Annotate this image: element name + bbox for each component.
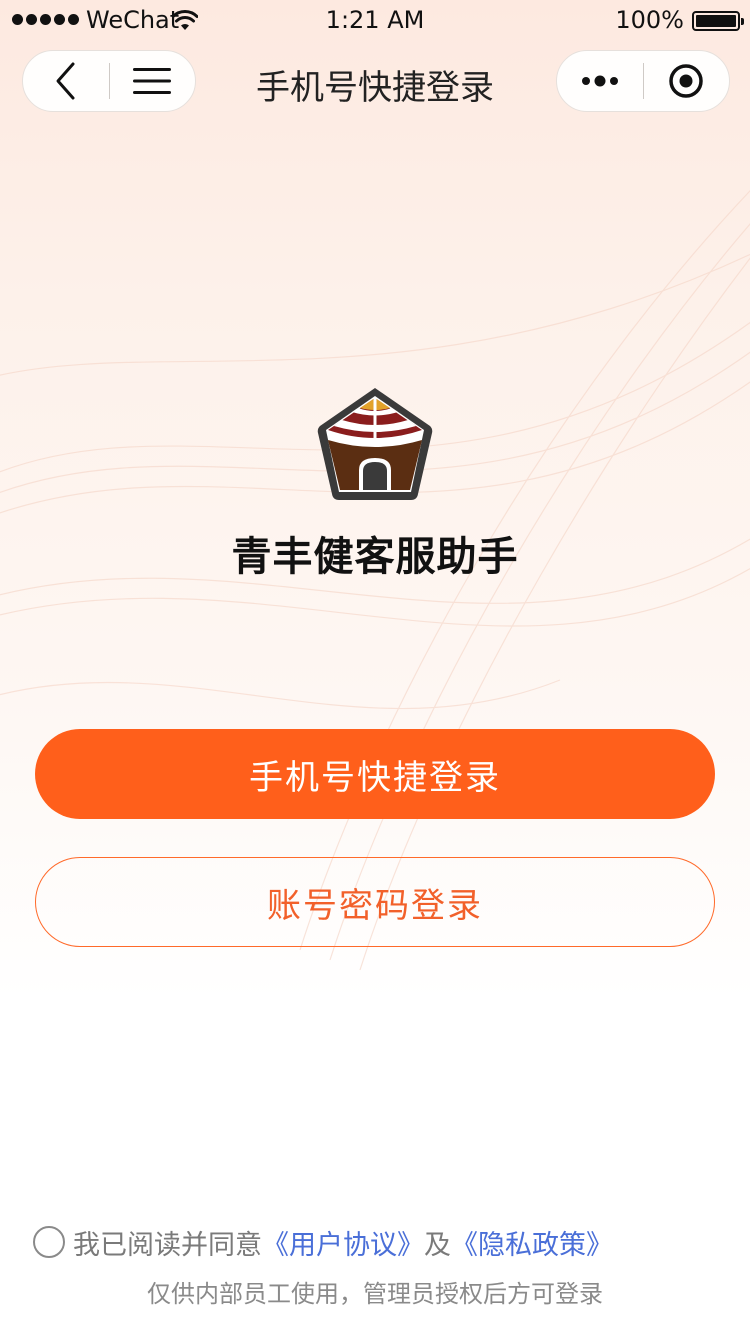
agreement-prefix: 我已阅读并同意	[73, 1229, 262, 1261]
app-name: 青丰健客服助手	[231, 534, 519, 580]
privacy-policy-link[interactable]: 《隐私政策》	[451, 1223, 613, 1262]
internal-use-notice: 仅供内部员工使用，管理员授权后方可登录	[147, 1280, 603, 1308]
nav-right-capsule	[556, 50, 730, 112]
more-icon	[581, 75, 618, 87]
agreement-row: 我已阅读并同意 《用户协议》 及 《隐私政策》	[33, 1222, 613, 1262]
account-login-button[interactable]: 账号密码登录	[35, 857, 715, 947]
agreement-conjunction: 及	[424, 1229, 451, 1261]
agreement-checkbox[interactable]	[33, 1226, 65, 1258]
battery-percent: 100%	[615, 6, 684, 34]
status-bar: WeChat 1:21 AM 100%	[0, 0, 750, 42]
battery-icon	[692, 11, 744, 31]
battery-fill	[696, 15, 736, 27]
phone-login-button[interactable]: 手机号快捷登录	[35, 729, 715, 819]
target-icon	[669, 64, 703, 98]
close-miniprogram-button[interactable]	[644, 51, 730, 111]
more-button[interactable]	[557, 51, 643, 111]
user-agreement-link[interactable]: 《用户协议》	[262, 1223, 424, 1262]
yurt-logo-icon	[317, 388, 433, 500]
